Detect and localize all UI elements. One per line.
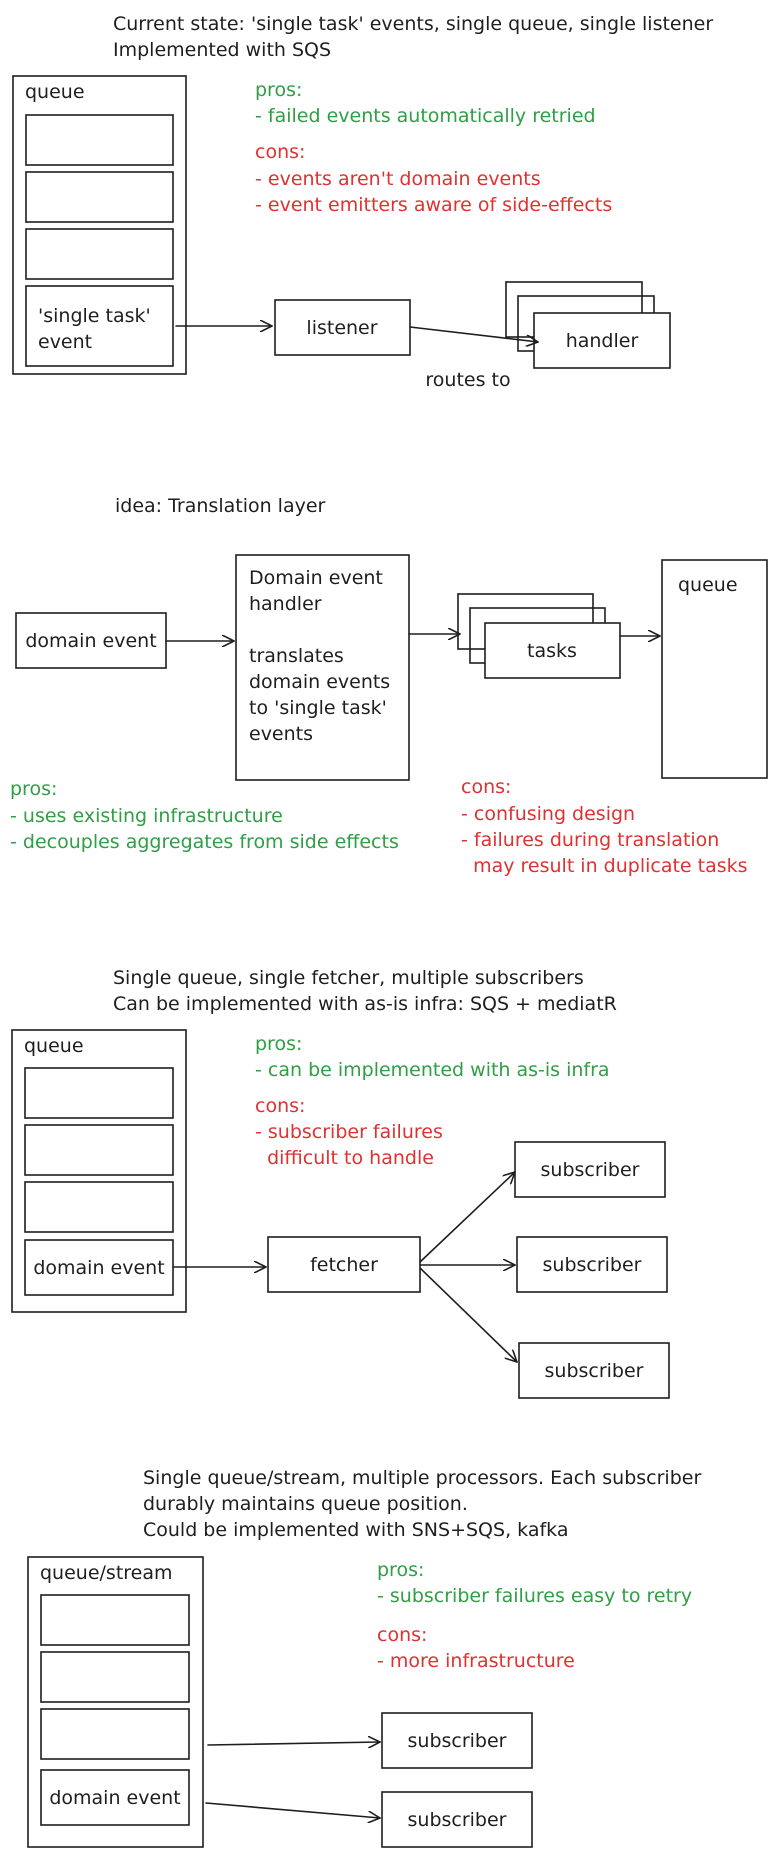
section3-domain-event-label: domain event: [33, 1257, 164, 1279]
section2-cons-item: - failures during translation: [461, 829, 719, 851]
section3-subscriber-label-2: subscriber: [543, 1254, 642, 1276]
section-queue-stream: Single queue/stream, multiple processors…: [27, 1467, 701, 1848]
section3-queue-slot: [24, 1181, 174, 1233]
section2-handler-line: Domain event: [249, 567, 383, 589]
section3-pros-heading: pros:: [255, 1033, 302, 1055]
section-current-state: Current state: 'single task' events, sin…: [12, 13, 713, 391]
section3-subscriber-label-3: subscriber: [545, 1360, 644, 1382]
section1-cons-heading: cons:: [255, 141, 305, 163]
section4-subscriber-label-2: subscriber: [408, 1809, 507, 1831]
section3-arrow-fetcher-to-subscriber-3: [419, 1267, 518, 1363]
section4-subscriber-label-1: subscriber: [408, 1730, 507, 1752]
section1-title-line2: Implemented with SQS: [113, 39, 331, 61]
section4-cons-heading: cons:: [377, 1624, 427, 1646]
section3-cons-item: difficult to handle: [255, 1147, 434, 1169]
section2-title: idea: Translation layer: [115, 495, 326, 517]
diagram-canvas: Current state: 'single task' events, sin…: [0, 0, 780, 1858]
section4-arrow-to-subscriber-2: [205, 1802, 381, 1818]
section3-title-line2: Can be implemented with as-is infra: SQS…: [113, 993, 617, 1015]
section4-queue-slot: [40, 1708, 190, 1760]
section3-queue-label: queue: [24, 1035, 84, 1057]
section1-pros-item: - failed events automatically retried: [255, 105, 596, 127]
section2-queue-label: queue: [678, 574, 738, 596]
section2-handler-line: domain events: [249, 671, 390, 693]
section1-queue-label: queue: [25, 81, 85, 103]
section3-fetcher-label: fetcher: [310, 1254, 378, 1276]
section1-event-line1: 'single task': [38, 305, 151, 327]
section3-title-line1: Single queue, single fetcher, multiple s…: [113, 967, 584, 989]
section2-cons-item: - confusing design: [461, 803, 635, 825]
section2-pros-heading: pros:: [10, 778, 57, 800]
section1-title-line1: Current state: 'single task' events, sin…: [113, 13, 713, 35]
section4-pros-item: - subscriber failures easy to retry: [377, 1585, 692, 1607]
section1-queue-slot: [25, 228, 174, 280]
section1-pros-heading: pros:: [255, 79, 302, 101]
section1-handler-label: handler: [566, 330, 639, 352]
section4-queue-slot: [40, 1651, 190, 1703]
section3-cons-heading: cons:: [255, 1095, 305, 1117]
section1-queue-slot: [25, 171, 174, 223]
diagram-svg: Current state: 'single task' events, sin…: [10, 13, 768, 1848]
section2-tasks-label: tasks: [527, 640, 577, 662]
section3-pros-item: - can be implemented with as-is infra: [255, 1059, 610, 1081]
section4-arrow-to-subscriber-1: [207, 1742, 381, 1745]
section4-queue-label: queue/stream: [40, 1562, 173, 1584]
section1-listener-label: listener: [306, 317, 377, 339]
section1-routes-to-label: routes to: [425, 369, 510, 391]
section3-subscriber-label-1: subscriber: [541, 1159, 640, 1181]
section4-queue-slot: [40, 1594, 190, 1646]
section3-arrow-fetcher-to-subscriber-1: [419, 1171, 516, 1263]
section2-handler-line: translates: [249, 645, 344, 667]
section2-domain-event-label: domain event: [25, 630, 156, 652]
section4-title-line2: durably maintains queue position.: [143, 1493, 468, 1515]
section1-queue-box: [12, 75, 187, 375]
section4-domain-event-label: domain event: [49, 1787, 180, 1809]
section2-cons-item: may result in duplicate tasks: [461, 855, 748, 877]
section2-handler-line: to 'single task': [249, 697, 387, 719]
section1-event-line2: event: [38, 331, 92, 353]
section1-queue-slot: [25, 114, 174, 166]
section3-cons-item: - subscriber failures: [255, 1121, 443, 1143]
section2-cons-heading: cons:: [461, 776, 511, 798]
section2-handler-line: events: [249, 723, 313, 745]
section4-title-line3: Could be implemented with SNS+SQS, kafka: [143, 1519, 568, 1541]
section2-pros-item: - uses existing infrastructure: [10, 805, 283, 827]
section4-pros-heading: pros:: [377, 1559, 424, 1581]
section1-cons-item: - events aren't domain events: [255, 168, 541, 190]
section2-handler-line: handler: [249, 593, 322, 615]
section4-cons-item: - more infrastructure: [377, 1650, 575, 1672]
section-translation-layer: idea: Translation layer domain event Dom…: [10, 495, 768, 877]
section3-queue-slot: [24, 1067, 174, 1119]
section2-pros-item: - decouples aggregates from side effects: [10, 831, 399, 853]
section1-cons-item: - event emitters aware of side-effects: [255, 194, 612, 216]
section4-title-line1: Single queue/stream, multiple processors…: [143, 1467, 701, 1489]
section3-queue-slot: [24, 1124, 174, 1176]
section-single-fetcher: Single queue, single fetcher, multiple s…: [11, 967, 670, 1399]
